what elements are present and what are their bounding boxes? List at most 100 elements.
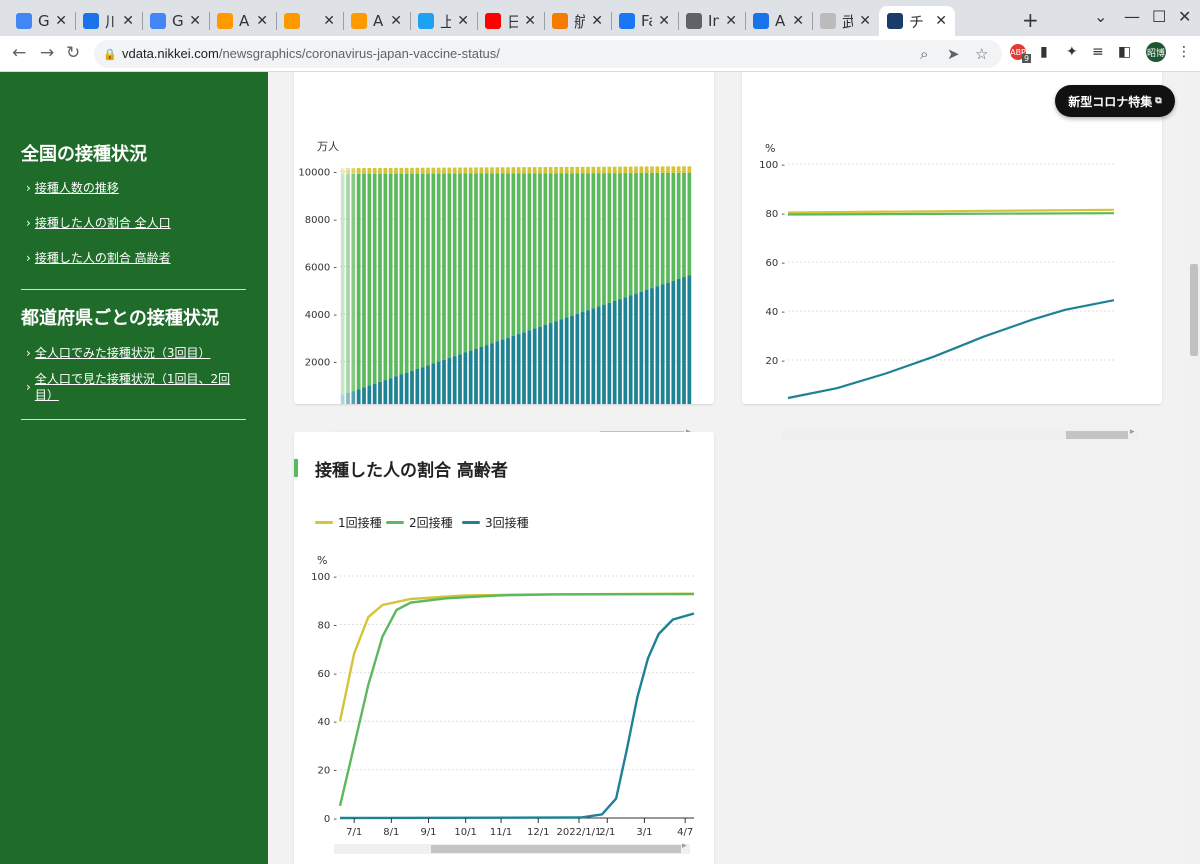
bar-dose1 [586,166,590,174]
bar-dose2 [442,173,446,360]
zoom-icon[interactable]: ⌕ [920,45,928,63]
bar-dose3 [367,385,372,409]
browser-tab[interactable]: 川口 ✕ [75,6,142,36]
bar-dose1 [420,167,425,174]
scroll-right-icon[interactable]: ▸ [1130,427,1135,437]
scroll-right-icon[interactable]: ▸ [682,841,687,851]
tab-close-icon[interactable]: ✕ [55,13,67,29]
browser-tab[interactable]: An ✕ [209,6,276,36]
tab-separator [276,12,277,30]
reload-icon[interactable]: ↻ [66,43,80,63]
url-field[interactable]: 🔒 vdata.nikkei.com/newsgraphics/coronavi… [94,40,1002,68]
tab-close-icon[interactable]: ✕ [323,13,335,29]
browser-tab[interactable]: チ ✕ [879,6,955,36]
chart-scrollbar[interactable]: ▸ [334,841,690,854]
x-tick-label: 11/1 [490,827,512,838]
pocket-icon[interactable]: ▮ [1040,44,1048,60]
browser-tab[interactable]: Go ✕ [142,6,209,36]
back-icon[interactable]: ← [12,43,26,63]
close-window-icon[interactable]: ✕ [1178,7,1191,26]
tab-close-icon[interactable]: ✕ [859,13,871,29]
browser-tab[interactable]: An ✕ [343,6,410,36]
bar-dose3 [575,313,580,409]
media-queue-icon[interactable]: ≡ [1092,44,1104,60]
profile-avatar[interactable]: 昭博 [1146,42,1166,62]
tab-close-icon[interactable]: ✕ [935,13,947,29]
sidebar-link-prefecture-first-second[interactable]: › 全人口で見た接種状況（1回目、2回目） [26,371,236,403]
browser-tab[interactable]: 日 ✕ [477,6,544,36]
bar-dose1 [639,166,644,174]
extensions-puzzle-icon[interactable]: ✦ [1066,44,1078,60]
forward-icon[interactable]: → [40,43,54,63]
tab-favicon-icon [552,13,568,29]
bar-dose2 [618,173,622,300]
bar-dose1 [543,167,548,174]
external-link-icon: ⧉ [1155,96,1162,106]
tab-close-icon[interactable]: ✕ [189,13,201,29]
tab-close-icon[interactable]: ✕ [122,13,134,29]
tab-close-icon[interactable]: ✕ [591,13,603,29]
menu-kebab-icon[interactable]: ⋮ [1177,44,1191,60]
bar-dose1 [495,167,500,174]
bar-dose3 [458,354,462,409]
bar-dose2 [436,173,441,362]
browser-tab[interactable]: ✕ [276,6,343,36]
sidebar-link-elderly[interactable]: › 接種した人の割合 高齢者 [26,250,171,266]
chart-scrollbar-thumb[interactable] [1066,431,1128,439]
tab-close-icon[interactable]: ✕ [524,13,536,29]
bar-dose1 [410,167,414,174]
browser-tab[interactable]: 上 ✕ [410,6,477,36]
chart-scrollbar[interactable]: ▸ [782,427,1138,440]
new-tab-button[interactable]: + [1022,8,1039,32]
y-tick-label: 10000 - [298,168,337,179]
page-scrollbar-thumb[interactable] [1190,264,1198,356]
bar-dose3 [340,394,345,409]
bar-dose3 [378,381,382,409]
bookmark-star-icon[interactable]: ☆ [975,45,988,63]
browser-tab[interactable]: Go ✕ [8,6,75,36]
tab-title: Go [172,12,184,30]
x-tick-label: 3/1 [636,827,652,838]
maximize-icon[interactable]: ☐ [1152,7,1166,26]
y-tick-label: 4000 - [305,310,338,321]
y-tick-label: 20 - [765,356,785,367]
vaccination-count-chart: 万人0 -2000 -4000 -6000 -8000 -10000 -2/13… [298,140,700,429]
bar-dose1 [650,166,654,174]
share-icon[interactable]: ➤ [947,45,960,63]
tab-close-icon[interactable]: ✕ [457,13,469,29]
tab-close-icon[interactable]: ✕ [390,13,402,29]
sidebar-link-trend[interactable]: › 接種人数の推移 [26,180,119,196]
tab-close-icon[interactable]: ✕ [725,13,737,29]
tab-close-icon[interactable]: ✕ [658,13,670,29]
bar-dose1 [660,166,665,173]
tab-close-icon[interactable]: ✕ [256,13,268,29]
bar-dose1 [516,167,521,174]
corona-feature-button[interactable]: 新型コロナ特集 ⧉ [1055,85,1175,117]
chart-card-counts: 万人0 -2000 -4000 -6000 -8000 -10000 -2/13… [294,72,714,440]
bar-dose3 [527,330,532,409]
page-scrollbar[interactable] [1188,72,1200,864]
bar-dose3 [516,334,521,409]
bar-dose2 [559,173,564,320]
side-panel-icon[interactable]: ◧ [1118,44,1131,60]
sidebar-link-prefecture-third[interactable]: › 全人口でみた接種状況（3回目） [26,345,210,361]
tab-title: 武 [842,12,854,31]
tab-close-icon[interactable]: ✕ [792,13,804,29]
sidebar: 全国の接種状況 › 接種人数の推移 › 接種した人の割合 全人口 › 接種した人の割合… [0,72,268,864]
browser-tab[interactable]: 航 ✕ [544,6,611,36]
bar-dose2 [474,173,478,349]
minimize-icon[interactable]: — [1124,7,1140,26]
bar-dose1 [436,167,441,174]
browser-tab[interactable]: Fa ✕ [611,6,678,36]
tab-search-icon[interactable]: ⌄ [1094,7,1107,26]
series-line [787,212,1115,216]
chart-scrollbar-thumb[interactable] [431,845,681,853]
bar-dose3 [580,312,585,409]
browser-tab[interactable]: An ✕ [745,6,812,36]
tab-separator [410,12,411,30]
browser-tab[interactable]: Inc ✕ [678,6,745,36]
legend-item-dose1: 1回接種 [315,514,382,531]
browser-tab[interactable]: 武 ✕ [812,6,879,36]
sidebar-link-all-population[interactable]: › 接種した人の割合 全人口 [26,215,171,231]
bar-dose2 [362,173,366,388]
